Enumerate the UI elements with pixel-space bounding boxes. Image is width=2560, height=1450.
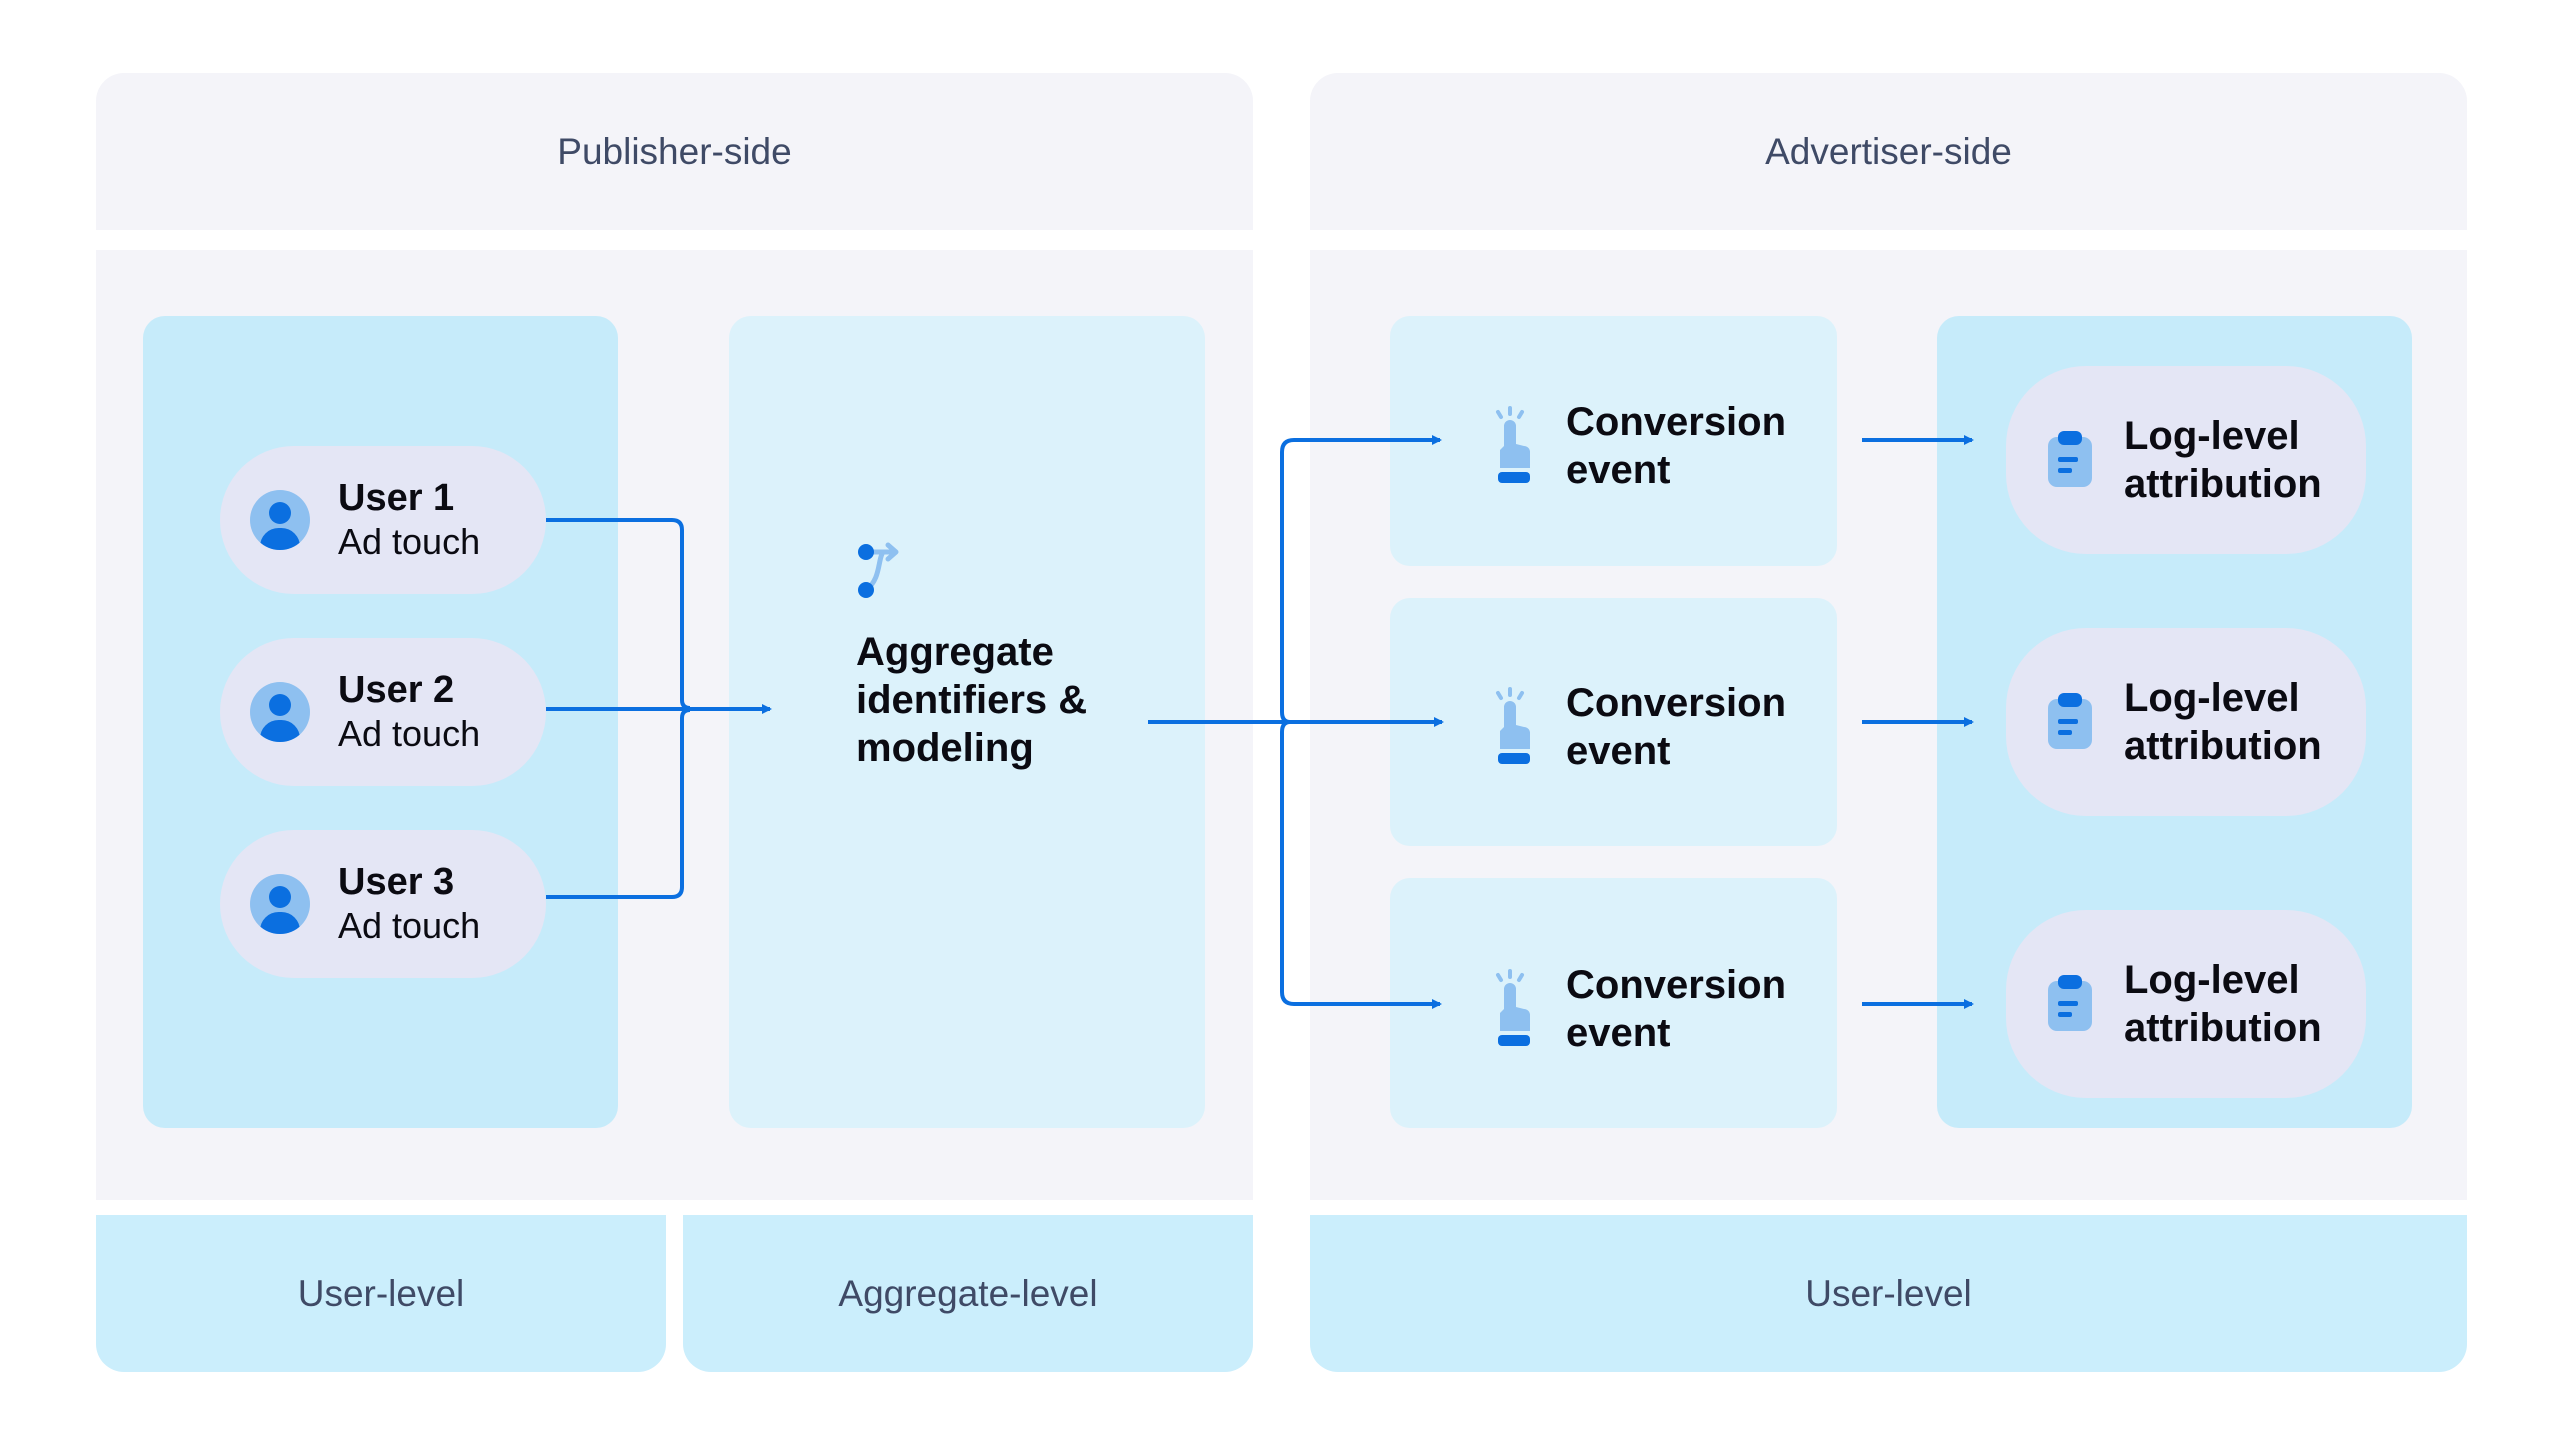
clipboard-icon — [2048, 693, 2092, 749]
conversion-line-1: Conversion — [1566, 963, 1787, 1007]
aggregate-line-3: modeling — [856, 726, 1034, 770]
user-node[interactable]: User 3 Ad touch — [220, 830, 546, 978]
publisher-side-label: Publisher-side — [557, 130, 792, 172]
clipboard-icon — [2048, 975, 2092, 1031]
advertiser-user-level-footer: User-level — [1310, 1215, 2467, 1372]
user-subtitle: Ad touch — [338, 521, 481, 563]
conversion-line-1: Conversion — [1566, 681, 1787, 725]
publisher-user-level-footer: User-level — [96, 1215, 666, 1372]
publisher-aggregate-level-footer: Aggregate-level — [683, 1215, 1253, 1372]
user-node[interactable]: User 1 Ad touch — [220, 446, 546, 594]
advertiser-side-header: Advertiser-side — [1310, 73, 2467, 230]
user-subtitle: Ad touch — [338, 905, 481, 947]
attribution-line-1: Log-level — [2124, 676, 2300, 720]
conversion-node[interactable]: Conversion event — [1488, 961, 1786, 1057]
attribution-line-1: Log-level — [2124, 958, 2300, 1002]
tap-finger-icon — [1496, 969, 1530, 1046]
conversion-line-1: Conversion — [1566, 400, 1787, 444]
conversion-line-2: event — [1566, 448, 1671, 492]
attribution-node[interactable]: Log-level attribution — [2006, 366, 2366, 554]
user-subtitle: Ad touch — [338, 713, 481, 755]
attribution-line-1: Log-level — [2124, 414, 2300, 458]
user-name: User 3 — [338, 861, 455, 904]
footer-label: Aggregate-level — [838, 1272, 1098, 1314]
user-avatar-icon — [250, 682, 310, 742]
attribution-line-2: attribution — [2124, 1006, 2322, 1050]
attribution-line-2: attribution — [2124, 462, 2322, 506]
conversion-node[interactable]: Conversion event — [1488, 679, 1786, 775]
publisher-side-header: Publisher-side — [96, 73, 1253, 230]
conversion-line-2: event — [1566, 729, 1671, 773]
footer-label: User-level — [1805, 1272, 1972, 1314]
attribution-node[interactable]: Log-level attribution — [2006, 628, 2366, 816]
aggregate-line-1: Aggregate — [856, 630, 1054, 674]
user-node[interactable]: User 2 Ad touch — [220, 638, 546, 786]
conversion-node[interactable]: Conversion event — [1488, 398, 1786, 494]
footer-label: User-level — [297, 1272, 465, 1314]
user-avatar-icon — [250, 874, 310, 934]
merge-branch-icon — [856, 540, 916, 602]
advertiser-side-label: Advertiser-side — [1765, 130, 2012, 172]
clipboard-icon — [2048, 431, 2092, 487]
aggregate-line-2: identifiers & — [856, 678, 1088, 722]
aggregate-node[interactable]: Aggregate identifiers & modeling — [856, 628, 1186, 772]
user-name: User 1 — [338, 477, 455, 520]
tap-finger-icon — [1496, 687, 1530, 764]
tap-finger-icon — [1496, 406, 1530, 483]
attribution-line-2: attribution — [2124, 724, 2322, 768]
attribution-node[interactable]: Log-level attribution — [2006, 910, 2366, 1098]
conversion-line-2: event — [1566, 1011, 1671, 1055]
user-avatar-icon — [250, 490, 310, 550]
user-name: User 2 — [338, 669, 455, 712]
